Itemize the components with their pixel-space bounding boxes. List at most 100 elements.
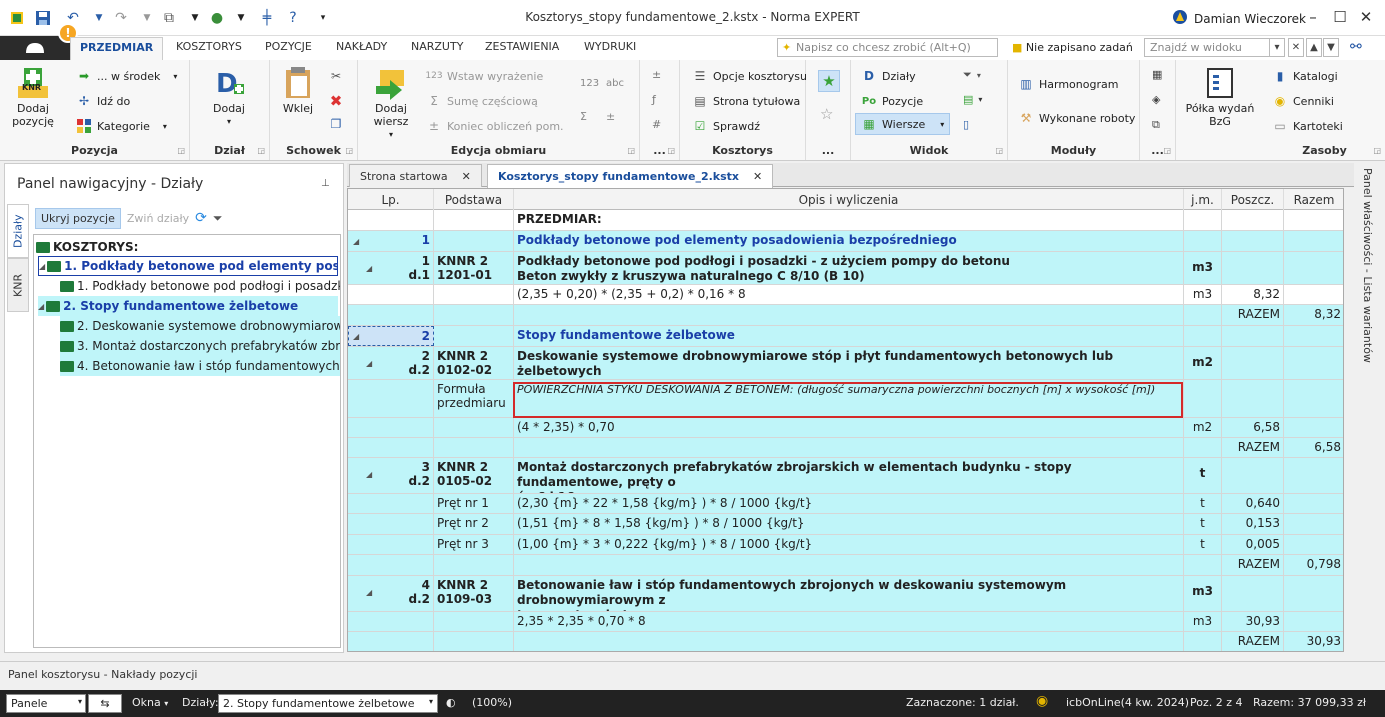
group-expand-icon[interactable]: ◲ bbox=[627, 146, 635, 155]
find-prev-icon[interactable]: ▲ bbox=[1306, 38, 1322, 57]
cell-opis[interactable]: (1,51 {m} * 8 * 1,58 {kg/m} ) * 8 / 1000… bbox=[514, 514, 1184, 534]
catalogs-button[interactable]: ▮ Katalogi bbox=[1272, 68, 1338, 84]
close-tab-icon[interactable]: ✕ bbox=[753, 170, 762, 183]
cell-poszcz[interactable]: RAZEM bbox=[1222, 305, 1284, 325]
cell-poszcz[interactable] bbox=[1222, 347, 1284, 379]
cell-jm[interactable]: t bbox=[1184, 458, 1222, 493]
sum-lines-icon[interactable]: ± bbox=[606, 110, 615, 123]
cell-jm[interactable] bbox=[1184, 326, 1222, 346]
find-clear-icon[interactable]: ✕ bbox=[1288, 38, 1304, 57]
table-view-icon[interactable]: ▤ ▾ bbox=[963, 93, 982, 106]
cell-razem[interactable] bbox=[1284, 326, 1343, 346]
expand-icon[interactable]: ◢ bbox=[366, 470, 372, 479]
cell-opis[interactable] bbox=[514, 438, 1184, 457]
completed-works-button[interactable]: ⚒ Wykonane roboty bbox=[1018, 110, 1136, 126]
cell-lp[interactable] bbox=[348, 438, 434, 457]
cell-opis[interactable]: (4 * 2,35) * 0,70 bbox=[514, 418, 1184, 437]
cell-jm[interactable]: m2 bbox=[1184, 418, 1222, 437]
cell-lp[interactable]: 1 d.1 bbox=[348, 252, 434, 284]
sum-icon[interactable]: Σ bbox=[580, 110, 587, 123]
cell-poszcz[interactable]: RAZEM bbox=[1222, 555, 1284, 575]
cell-poszcz[interactable] bbox=[1222, 576, 1284, 611]
cell-poszcz[interactable]: 0,153 bbox=[1222, 514, 1284, 534]
collapse-sections-button[interactable]: Zwiń działy bbox=[127, 212, 189, 225]
zoom-level[interactable]: (100%) bbox=[472, 696, 512, 709]
cell-podstawa[interactable] bbox=[434, 612, 514, 631]
group-expand-icon[interactable]: ◲ bbox=[257, 146, 265, 155]
tree-item[interactable]: 4. Betonowanie ław i stóp fundamentowych… bbox=[60, 356, 340, 376]
cell-lp[interactable]: 4 d.2 bbox=[348, 576, 434, 611]
cell-razem[interactable] bbox=[1284, 210, 1343, 230]
cell-jm[interactable] bbox=[1184, 632, 1222, 651]
panels-toggle-icon[interactable]: ⇆ bbox=[88, 694, 122, 713]
star-green-icon[interactable]: ★ bbox=[818, 70, 840, 92]
insert-expression-button[interactable]: 123 Wstaw wyrażenie bbox=[425, 68, 543, 84]
col-header-razem[interactable]: Razem bbox=[1284, 189, 1343, 210]
side-tab-knr[interactable]: KNR bbox=[7, 258, 29, 312]
cell-poszcz[interactable]: RAZEM bbox=[1222, 632, 1284, 651]
section-row[interactable]: 2 Stopy fundamentowe żelbetowe ◢ bbox=[348, 326, 1343, 347]
schedule-button[interactable]: ▥ Harmonogram bbox=[1018, 76, 1118, 92]
cell-razem[interactable] bbox=[1284, 285, 1343, 304]
tab-zestawienia[interactable]: ZESTAWIENIA bbox=[483, 40, 561, 53]
cell-podstawa[interactable]: KNNR 2 1201-01 bbox=[434, 252, 514, 284]
find-next-icon[interactable]: ▼ bbox=[1323, 38, 1339, 57]
table-row[interactable]: Pręt nr 3 (1,00 {m} * 3 * 0,222 {kg/m} ) … bbox=[348, 535, 1343, 555]
group-expand-icon[interactable]: ◲ bbox=[995, 146, 1003, 155]
cell-opis[interactable]: Stopy fundamentowe żelbetowe bbox=[514, 326, 1184, 346]
cell-podstawa[interactable]: Pręt nr 2 bbox=[434, 514, 514, 534]
unsaved-tasks[interactable]: ■ Nie zapisano zadań bbox=[1012, 41, 1133, 54]
cell-lp[interactable] bbox=[348, 535, 434, 554]
tab-narzuty[interactable]: NARZUTY bbox=[409, 40, 465, 53]
cell-jm[interactable]: m3 bbox=[1184, 612, 1222, 631]
cell-jm[interactable] bbox=[1184, 210, 1222, 230]
close-window-button[interactable]: ✕ bbox=[1354, 6, 1378, 28]
cell-opis[interactable] bbox=[514, 305, 1184, 325]
cell-opis[interactable]: PRZEDMIAR: bbox=[514, 210, 1184, 230]
cell-razem[interactable]: 6,58 bbox=[1284, 438, 1343, 457]
cell-podstawa[interactable]: KNNR 2 0102-02 bbox=[434, 347, 514, 379]
partial-sum-button[interactable]: Σ Sumę częściową bbox=[426, 93, 538, 109]
cell-poszcz[interactable]: 0,640 bbox=[1222, 494, 1284, 513]
expand-icon[interactable]: ◢ bbox=[353, 237, 359, 246]
card-index-button[interactable]: ▭ Kartoteki bbox=[1272, 118, 1343, 134]
cell-opis[interactable]: 2,35 * 2,35 * 0,70 * 8 bbox=[514, 612, 1184, 631]
cell-podstawa[interactable] bbox=[434, 326, 514, 346]
cell-razem[interactable] bbox=[1284, 418, 1343, 437]
document-icon[interactable]: ▯ bbox=[963, 118, 969, 131]
sort-icon[interactable]: ± bbox=[652, 68, 661, 81]
cell-jm[interactable]: m3 bbox=[1184, 252, 1222, 284]
cell-opis[interactable]: Podkłady betonowe pod podłogi i posadzki… bbox=[514, 252, 1184, 284]
section-row[interactable]: 1 Podkłady betonowe pod elementy posadowi… bbox=[348, 231, 1343, 252]
text-format-button[interactable]: abc bbox=[606, 78, 624, 89]
tree-item[interactable]: ◢ 1. Podkłady betonowe pod elementy posa.… bbox=[38, 256, 338, 276]
expand-icon[interactable]: ◢ bbox=[366, 359, 372, 368]
table-row[interactable]: (2,35 + 0,20) * (2,35 + 0,2) * 0,16 * 8m… bbox=[348, 285, 1343, 305]
user-account[interactable]: Damian Wieczorek bbox=[1172, 9, 1306, 28]
delete-icon[interactable]: ✖ bbox=[328, 92, 344, 110]
cell-podstawa[interactable] bbox=[434, 438, 514, 457]
cell-poszcz[interactable]: 0,005 bbox=[1222, 535, 1284, 554]
tree-item-selected[interactable]: ◢ 2. Stopy fundamentowe żelbetowe bbox=[38, 296, 338, 316]
cell-lp[interactable] bbox=[348, 555, 434, 575]
paste-button[interactable]: Wklej bbox=[276, 66, 320, 115]
cell-razem[interactable]: 8,32 bbox=[1284, 305, 1343, 325]
maximize-button[interactable]: ☐ bbox=[1328, 6, 1352, 28]
cell-jm[interactable]: m2 bbox=[1184, 347, 1222, 379]
cell-poszcz[interactable] bbox=[1222, 231, 1284, 251]
cell-lp[interactable]: 2 bbox=[348, 326, 434, 346]
cell-podstawa[interactable]: Pręt nr 1 bbox=[434, 494, 514, 513]
price-lists-button[interactable]: ◉ Cenniki bbox=[1272, 93, 1334, 109]
cell-opis[interactable]: (1,00 {m} * 3 * 0,222 {kg/m} ) * 8 / 100… bbox=[514, 535, 1184, 554]
cell-podstawa[interactable]: Pręt nr 3 bbox=[434, 535, 514, 554]
cell-jm[interactable]: m3 bbox=[1184, 285, 1222, 304]
minimize-button[interactable]: – bbox=[1301, 6, 1325, 28]
find-dropdown-icon[interactable]: ▾ bbox=[1269, 38, 1285, 57]
sum-row[interactable]: RAZEM 0,798 bbox=[348, 555, 1343, 576]
cell-poszcz[interactable] bbox=[1222, 326, 1284, 346]
cell-razem[interactable] bbox=[1284, 514, 1343, 534]
col-header-opis[interactable]: Opis i wyliczenia bbox=[514, 189, 1184, 210]
cell-razem[interactable] bbox=[1284, 380, 1343, 417]
cell-lp[interactable] bbox=[348, 514, 434, 534]
cell-poszcz[interactable] bbox=[1222, 380, 1284, 417]
